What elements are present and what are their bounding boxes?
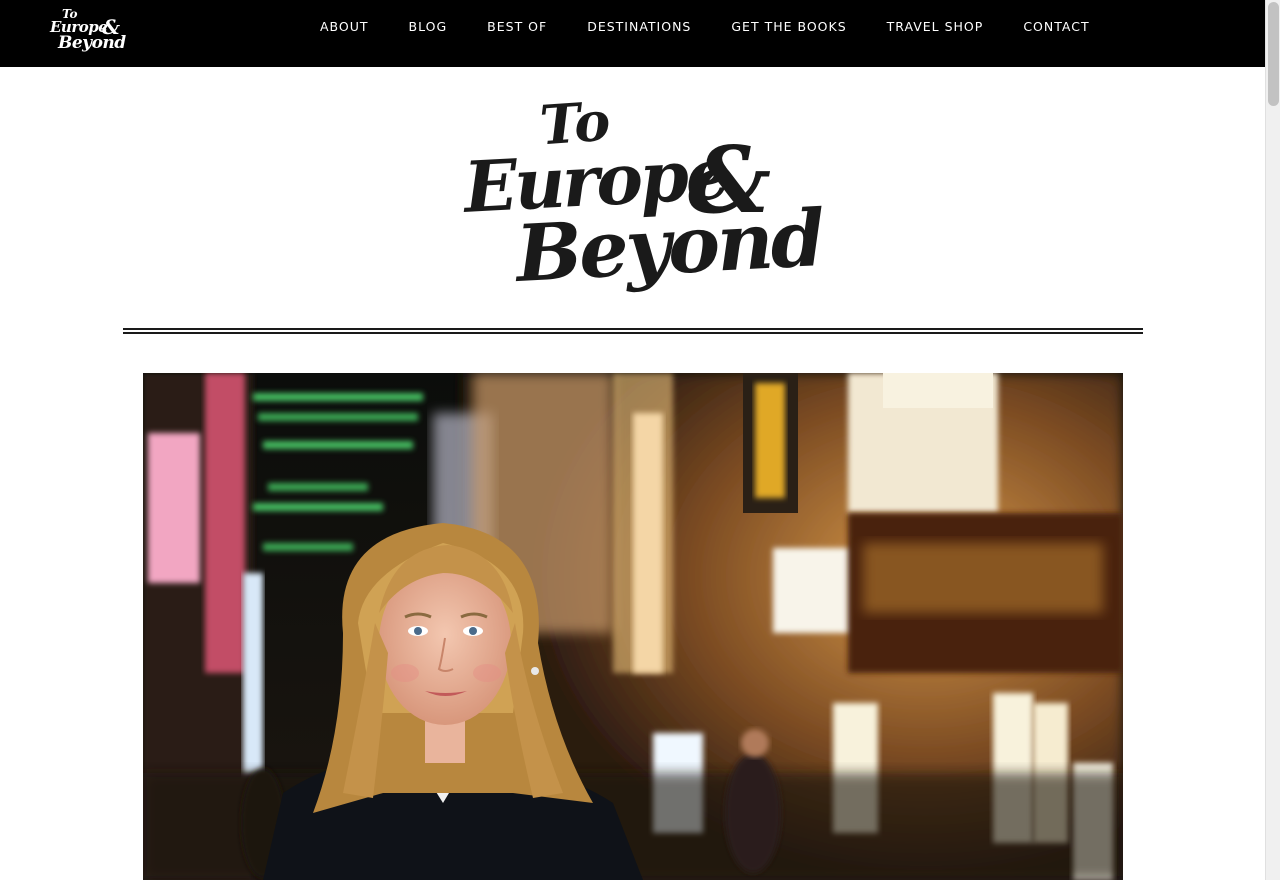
logo-small-beyond: Beyond [58, 33, 126, 53]
nav-item-blog[interactable]: BLOG [409, 19, 448, 34]
site-logo-small[interactable]: To Europe & Beyond [48, 8, 128, 56]
nav-item-about[interactable]: ABOUT [320, 19, 369, 34]
main-nav: ABOUT BLOG BEST OF DESTINATIONS GET THE … [300, 0, 1110, 52]
site-logo-large[interactable]: To Europe & Beyond [460, 89, 824, 301]
logo-large-beyond: Beyond [513, 193, 825, 300]
top-nav-bar: To Europe & Beyond ABOUT BLOG BEST OF DE… [0, 0, 1265, 67]
nav-item-destinations[interactable]: DESTINATIONS [587, 19, 691, 34]
portrait-photo-icon [143, 373, 1123, 880]
nav-item-best-of[interactable]: BEST OF [487, 19, 547, 34]
nav-item-contact[interactable]: CONTACT [1023, 19, 1089, 34]
nav-item-travel-shop[interactable]: TRAVEL SHOP [887, 19, 984, 34]
header-divider [123, 328, 1143, 334]
nav-item-get-the-books[interactable]: GET THE BOOKS [731, 19, 846, 34]
hero-photo [143, 373, 1123, 880]
page-scrollbar[interactable] [1265, 0, 1280, 880]
scrollbar-thumb[interactable] [1268, 2, 1279, 106]
